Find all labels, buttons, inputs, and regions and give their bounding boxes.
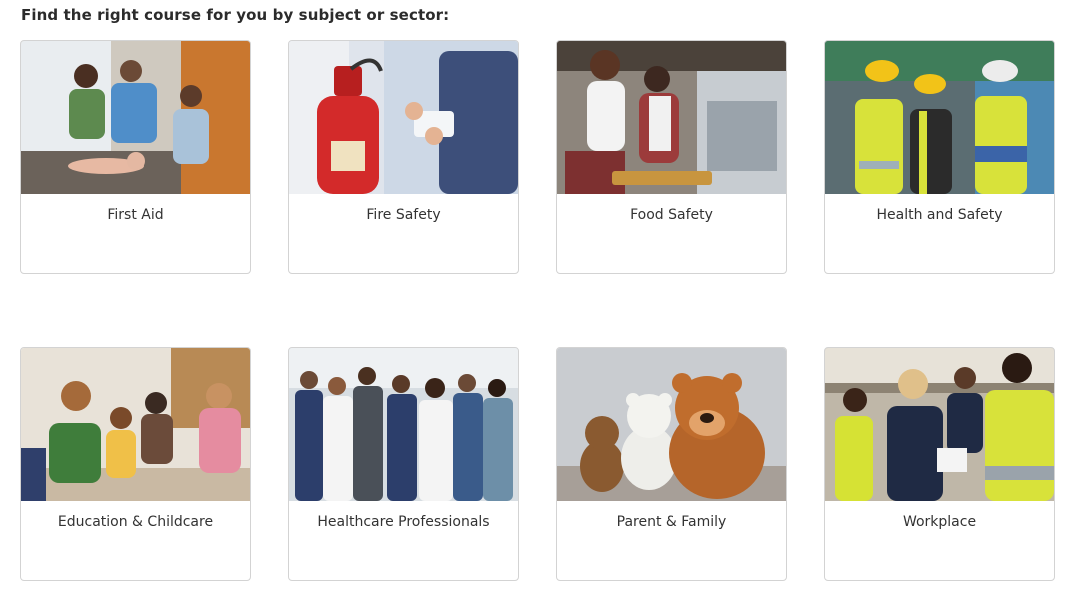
card-label: Healthcare Professionals	[317, 514, 490, 530]
first-aid-photo	[21, 41, 250, 194]
healthcare-professionals-photo	[289, 348, 518, 501]
course-card-food-safety[interactable]: Food Safety	[556, 40, 787, 274]
fire-safety-photo	[289, 41, 518, 194]
section-heading: Find the right course for you by subject…	[21, 6, 450, 24]
workplace-photo	[825, 348, 1054, 501]
course-card-first-aid[interactable]: First Aid	[20, 40, 251, 274]
course-card-parent-family[interactable]: Parent & Family	[556, 347, 787, 581]
card-label: Food Safety	[630, 207, 713, 223]
course-card-workplace[interactable]: Workplace	[824, 347, 1055, 581]
education-childcare-photo	[21, 348, 250, 501]
course-card-education-childcare[interactable]: Education & Childcare	[20, 347, 251, 581]
card-label: Parent & Family	[616, 514, 727, 530]
card-label: Health and Safety	[876, 207, 1003, 223]
card-label: Fire Safety	[366, 207, 441, 223]
course-card-healthcare-professionals[interactable]: Healthcare Professionals	[288, 347, 519, 581]
course-card-health-safety[interactable]: Health and Safety	[824, 40, 1055, 274]
parent-family-photo	[557, 348, 786, 501]
card-label: Education & Childcare	[57, 514, 214, 530]
health-safety-photo	[825, 41, 1054, 194]
card-label: Workplace	[902, 514, 977, 530]
card-label: First Aid	[107, 207, 164, 223]
food-safety-photo	[557, 41, 786, 194]
course-card-fire-safety[interactable]: Fire Safety	[288, 40, 519, 274]
